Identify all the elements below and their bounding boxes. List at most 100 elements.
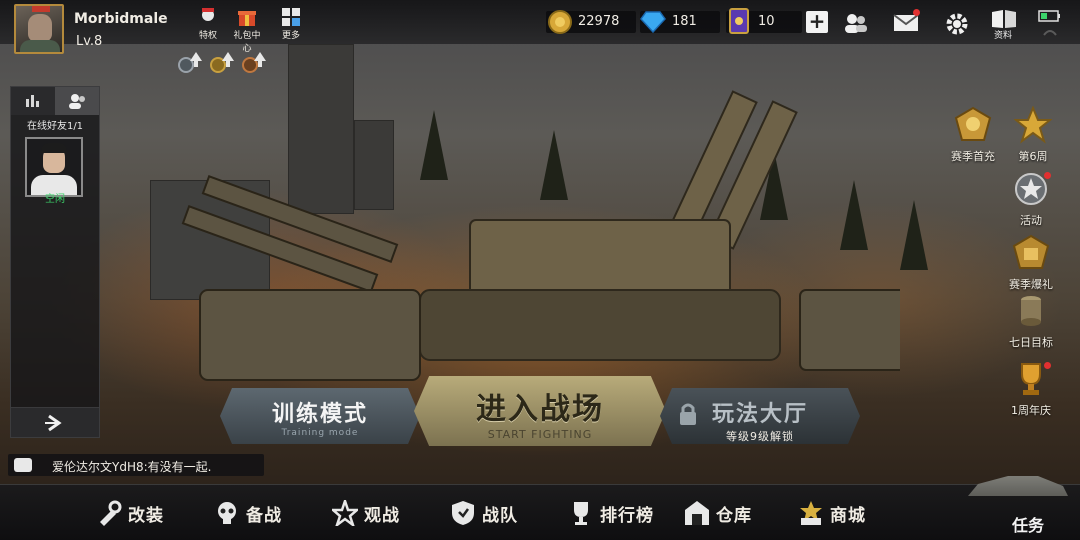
bottom-nav: 改装 备战 观战 战队 排行榜 仓库 商城 — [0, 484, 1080, 540]
nav-modify[interactable]: 改装 — [96, 495, 164, 531]
enter-battle-button[interactable]: 进入战场 START FIGHTING — [414, 376, 666, 446]
nav-modify-label: 改装 — [128, 505, 164, 526]
diamond-icon — [640, 11, 666, 33]
diamond-currency[interactable]: 181 — [640, 11, 720, 33]
season-recharge-icon — [954, 106, 992, 141]
modify-icon — [100, 500, 122, 526]
privilege-label: 特权 — [198, 31, 217, 41]
mail-notification-dot — [913, 9, 920, 16]
event-label: 赛季爆礼 — [1009, 278, 1053, 291]
mail-button[interactable] — [893, 9, 920, 34]
nav-prepare-label: 备战 — [246, 505, 282, 526]
nav-team[interactable]: 战队 — [450, 495, 518, 531]
task-button[interactable]: 任务 — [960, 460, 1080, 540]
enter-battle-sub: START FIGHTING — [487, 428, 593, 441]
card-value: 10 — [758, 14, 775, 29]
game-hall-button[interactable]: 玩法大厅 等级9级解锁 — [660, 388, 860, 444]
gift-center-button[interactable]: 礼包中心 — [232, 7, 262, 54]
chevron-right-icon — [45, 414, 62, 432]
diamond-value: 181 — [672, 14, 697, 29]
spectate-star-icon — [332, 500, 358, 526]
upgrade-badge-2[interactable] — [210, 52, 236, 74]
event-week[interactable]: 第6周 — [998, 105, 1068, 164]
event-season-gift[interactable]: 赛季爆礼 — [996, 234, 1066, 292]
card-icon — [729, 8, 749, 34]
battery-icon — [1038, 10, 1060, 36]
upgrade-badge-1[interactable] — [178, 52, 204, 74]
tab-friends[interactable] — [55, 87, 99, 115]
add-currency-button[interactable]: + — [806, 11, 828, 33]
online-friends-title: 在线好友1/1 — [26, 121, 84, 132]
profile-book-icon — [992, 10, 1016, 28]
upgrade-badge-3[interactable] — [242, 52, 268, 74]
player-level: Lv.8 — [76, 34, 103, 49]
gift-center-label: 礼包中心 — [233, 31, 261, 54]
player-avatar[interactable] — [14, 4, 64, 54]
nav-spectate-label: 观战 — [364, 505, 400, 526]
nav-warehouse-label: 仓库 — [716, 505, 752, 526]
event-label: 活动 — [1020, 214, 1042, 227]
prepare-skull-icon — [218, 502, 236, 524]
settings-icon — [946, 13, 968, 35]
card-currency[interactable]: 10 — [726, 8, 802, 34]
profile-label: 资料 — [994, 31, 1013, 41]
friends-button[interactable] — [843, 12, 869, 34]
bar-chart-icon — [26, 95, 39, 107]
friends-icon — [69, 94, 85, 109]
nav-warehouse[interactable]: 仓库 — [684, 495, 752, 531]
gold-coin-icon — [548, 10, 572, 34]
friends-panel: 在线好友1/1 空闲 — [10, 86, 100, 438]
profile-button[interactable]: 资料 — [991, 9, 1021, 41]
week-star-icon — [1013, 105, 1053, 144]
chat-message: 爱伦达尔文YdH8:有没有一起. — [52, 460, 212, 474]
more-grid-icon — [282, 8, 300, 26]
nav-spectate[interactable]: 观战 — [332, 495, 400, 531]
privilege-icon — [202, 8, 214, 21]
event-activity[interactable]: 活动 — [996, 170, 1066, 228]
nav-team-label: 战队 — [482, 505, 518, 526]
event-anniversary[interactable]: 1周年庆 — [996, 360, 1066, 418]
season-gift-icon — [1012, 234, 1050, 269]
tank-artwork — [181, 90, 900, 381]
enter-battle-label: 进入战场 — [476, 392, 604, 427]
friends-icon — [845, 14, 867, 33]
nav-shop-label: 商城 — [830, 505, 866, 526]
nav-shop[interactable]: 商城 — [798, 495, 866, 531]
nav-prepare[interactable]: 备战 — [214, 495, 282, 531]
activity-notification-dot — [1044, 172, 1051, 179]
event-label: 七日目标 — [1009, 336, 1053, 349]
battery-indicator — [1038, 10, 1064, 36]
training-mode-label: 训练模式 — [271, 402, 368, 427]
nav-ranking[interactable]: 排行榜 — [568, 495, 654, 531]
tank-icon — [968, 476, 1068, 496]
warehouse-icon — [685, 501, 709, 525]
ranking-trophy-icon — [574, 502, 588, 525]
nav-ranking-label: 排行榜 — [600, 505, 654, 526]
team-shield-icon — [452, 501, 474, 525]
gold-currency[interactable]: 22978 — [546, 10, 636, 34]
settings-button[interactable] — [945, 12, 971, 35]
chat-bubble-icon — [14, 458, 32, 472]
anniversary-notification-dot — [1044, 362, 1051, 369]
tree — [900, 200, 928, 270]
chat-bar[interactable]: 爱伦达尔文YdH8:有没有一起. — [8, 454, 264, 476]
privilege-button[interactable]: 特权 — [193, 7, 223, 41]
gift-icon — [238, 11, 256, 26]
training-mode-sub: Training mode — [281, 428, 359, 438]
game-hall-unlock-hint: 等级9级解锁 — [726, 430, 794, 443]
friend-avatar[interactable] — [25, 137, 83, 197]
gold-value: 22978 — [578, 14, 620, 29]
event-seven-day[interactable]: 七日目标 — [996, 292, 1066, 350]
event-label: 1周年庆 — [1011, 404, 1051, 417]
friend-status: 空闲 — [45, 194, 65, 205]
collapse-friends-button[interactable] — [11, 407, 99, 437]
event-label: 第6周 — [1018, 150, 1048, 163]
more-label: 更多 — [281, 31, 300, 41]
shop-icon — [800, 501, 822, 525]
more-button[interactable]: 更多 — [276, 7, 306, 41]
friends-panel-tabs — [11, 87, 99, 115]
seven-day-icon — [1021, 296, 1041, 326]
tab-ranking[interactable] — [11, 87, 55, 115]
training-mode-button[interactable]: 训练模式 Training mode — [220, 388, 420, 444]
lock-icon — [680, 403, 696, 425]
